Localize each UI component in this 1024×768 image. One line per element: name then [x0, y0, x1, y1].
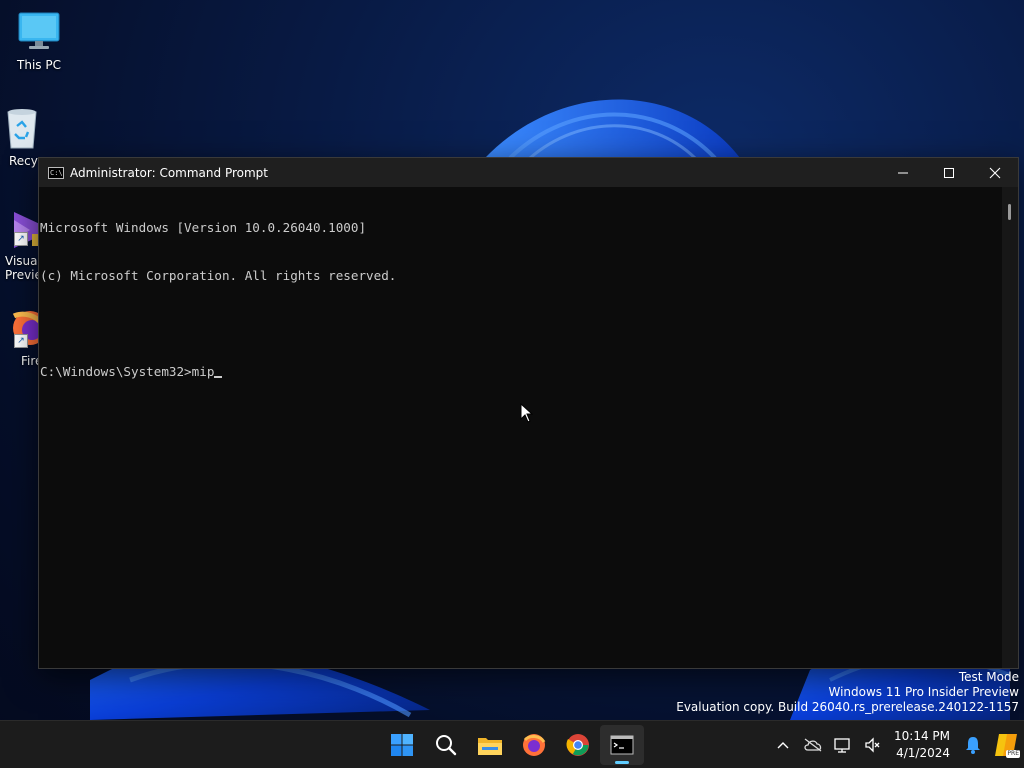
watermark-line: Evaluation copy. Build 26040.rs_prerelea… — [676, 700, 1019, 714]
console-input[interactable]: mip — [192, 364, 215, 379]
window-titlebar[interactable]: C:\ Administrator: Command Prompt — [39, 158, 1018, 187]
desktop-watermark: Test Mode Windows 11 Pro Insider Preview… — [676, 670, 1019, 715]
desktop-icon-label: Firefox — [21, 354, 40, 368]
onedrive-button[interactable] — [798, 725, 828, 765]
desktop-icon-this-pc[interactable]: This PC — [0, 10, 78, 72]
shortcut-arrow-icon: ↗ — [14, 232, 28, 246]
console-output[interactable]: Microsoft Windows [Version 10.0.26040.10… — [39, 187, 1002, 668]
command-prompt-icon[interactable]: C:\ — [48, 166, 64, 179]
taskbar-apps — [380, 721, 644, 768]
desktop-icon-firefox[interactable]: ↗ Firefox — [0, 306, 40, 368]
start-icon — [391, 734, 413, 756]
monitor-icon — [17, 10, 61, 54]
notifications-button[interactable] — [958, 725, 988, 765]
clock-time: 10:14 PM — [894, 729, 950, 743]
taskbar-clock[interactable]: 10:14 PM 4/1/2024 — [888, 728, 958, 762]
desktop-icon-visual-studio[interactable]: ↗ Visual Studio 2022 Preview — [0, 206, 38, 282]
mouse-pointer-icon — [520, 403, 534, 423]
recycle-bin-icon — [0, 106, 40, 150]
desktop-icon-recycle-bin[interactable]: Recycle Bin — [0, 106, 40, 168]
search-icon — [436, 735, 457, 756]
active-app-indicator — [615, 761, 629, 764]
desktop-icon-label: Recycle Bin — [9, 154, 40, 168]
text-cursor — [214, 376, 223, 378]
bell-icon — [966, 737, 980, 754]
firefox-icon: ↗ — [0, 306, 40, 350]
chrome-icon — [566, 734, 589, 756]
show-hidden-icons-button[interactable] — [768, 725, 798, 765]
file-explorer-button[interactable] — [468, 725, 512, 765]
volume-muted-icon — [865, 737, 880, 753]
taskbar: 10:14 PM 4/1/2024 PRE — [0, 720, 1024, 768]
console-line: Microsoft Windows [Version 10.0.26040.10… — [40, 220, 367, 235]
desktop-icon-label: This PC — [17, 58, 61, 72]
minimize-button[interactable] — [880, 158, 926, 187]
console-prompt: C:\Windows\System32> — [40, 364, 192, 379]
visual-studio-icon: ↗ — [0, 206, 38, 250]
maximize-icon — [944, 167, 954, 178]
system-tray: 10:14 PM 4/1/2024 PRE — [768, 721, 1024, 768]
console-line: (c) Microsoft Corporation. All rights re… — [40, 268, 397, 283]
volume-button[interactable] — [858, 725, 888, 765]
watermark-line: Test Mode — [958, 670, 1019, 684]
close-icon — [989, 167, 1001, 178]
terminal-icon — [610, 735, 634, 755]
firefox-taskbar-button[interactable] — [512, 725, 556, 765]
window-title: Administrator: Command Prompt — [70, 165, 268, 180]
network-icon — [834, 738, 850, 753]
watermark-line: Windows 11 Pro Insider Preview — [828, 685, 1019, 699]
terminal-taskbar-button[interactable] — [600, 725, 644, 765]
network-button[interactable] — [828, 725, 858, 765]
search-button[interactable] — [424, 725, 468, 765]
copilot-preview-button[interactable]: PRE — [988, 725, 1024, 765]
scrollbar-thumb[interactable] — [1008, 204, 1011, 220]
maximize-button[interactable] — [926, 158, 972, 187]
chevron-up-icon — [777, 742, 789, 749]
start-button[interactable] — [380, 725, 424, 765]
console-prompt-line[interactable]: C:\Windows\System32>mip — [40, 364, 1002, 380]
chrome-taskbar-button[interactable] — [556, 725, 600, 765]
shortcut-arrow-icon: ↗ — [14, 334, 28, 348]
file-explorer-icon — [478, 738, 502, 755]
clock-date: 4/1/2024 — [896, 746, 950, 760]
firefox-icon — [523, 734, 546, 756]
close-button[interactable] — [972, 158, 1018, 187]
minimize-icon — [898, 172, 908, 173]
vertical-scrollbar[interactable] — [1002, 187, 1018, 668]
preview-badge: PRE — [1006, 750, 1020, 758]
desktop-icon-label: Visual Studio 2022 Preview — [5, 254, 38, 282]
cloud-offline-icon — [804, 738, 822, 752]
